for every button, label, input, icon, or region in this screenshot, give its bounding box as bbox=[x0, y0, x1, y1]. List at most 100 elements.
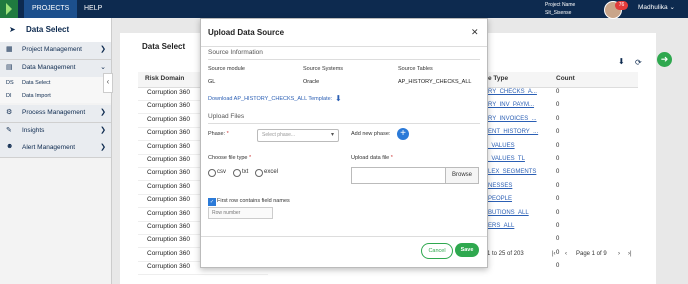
risk-domain-cell: Corruption 360 bbox=[147, 196, 190, 204]
count-cell: 0 bbox=[556, 89, 560, 95]
sidebar-collapse-toggle[interactable]: ‹ bbox=[103, 73, 113, 93]
sidebar-item-data-management[interactable]: ▤ Data Management ⌄ bbox=[0, 60, 111, 78]
next-page-icon[interactable]: › bbox=[618, 251, 620, 257]
phase-select-placeholder: Select phase... bbox=[262, 132, 296, 138]
first-row-checkbox[interactable]: ✓ bbox=[208, 198, 216, 206]
source-systems-label: Source Systems bbox=[303, 66, 344, 72]
pin-icon: ➤ bbox=[9, 25, 16, 34]
risk-domain-cell: Corruption 360 bbox=[147, 102, 190, 110]
risk-domain-cell: Corruption 360 bbox=[147, 89, 190, 96]
source-module-value: GL bbox=[208, 79, 216, 85]
divider bbox=[208, 59, 480, 60]
section-source-information: Source Information bbox=[208, 49, 263, 56]
database-icon: ▤ bbox=[6, 64, 13, 71]
nav-help[interactable]: HELP bbox=[76, 0, 110, 18]
cancel-button[interactable]: Cancel bbox=[421, 243, 453, 259]
nav-projects[interactable]: PROJECTS bbox=[24, 0, 78, 18]
type-cell-link[interactable]: LEX_SEGMENTS bbox=[488, 169, 536, 175]
column-header-count[interactable]: Count bbox=[556, 75, 575, 82]
risk-domain-cell: Corruption 360 bbox=[147, 223, 190, 230]
page-indicator: Page 1 of 9 bbox=[576, 251, 607, 257]
sidebar-subitem-data-import[interactable]: DI Data Import bbox=[0, 90, 111, 103]
gears-icon: ⚙ bbox=[6, 109, 13, 116]
sidebar-subitem-data-select[interactable]: DS Data Select bbox=[0, 77, 111, 90]
row-number-input[interactable]: Row number bbox=[208, 207, 273, 219]
app-logo[interactable] bbox=[0, 0, 18, 18]
add-phase-label: Add new phase: bbox=[351, 131, 391, 137]
risk-domain-cell: Corruption 360 bbox=[147, 209, 190, 217]
radio-csv[interactable] bbox=[208, 169, 216, 177]
save-button[interactable]: Save bbox=[455, 243, 479, 257]
type-cell-link[interactable]: BUTIONS_ALL bbox=[488, 210, 529, 216]
radio-txt[interactable] bbox=[233, 169, 241, 177]
subitem-label: Data Import bbox=[22, 93, 51, 99]
user-menu[interactable]: Madhulika ⌄ bbox=[638, 3, 675, 11]
sidebar: ➤ Data Select ▦ Project Management ❯ ▤ D… bbox=[0, 18, 112, 284]
download-template-link[interactable]: Download AP_HISTORY_CHECKS_ALL Template: bbox=[208, 96, 332, 102]
sidebar-item-alert-management[interactable]: ☻ Alert Management ❯ bbox=[0, 140, 111, 158]
phase-label: Phase: * bbox=[208, 131, 229, 137]
risk-domain-cell: Corruption 360 bbox=[147, 249, 190, 257]
download-icon[interactable]: ⬇ bbox=[618, 57, 625, 66]
type-cell-link[interactable]: _VALUES bbox=[488, 143, 515, 149]
count-cell: 0 bbox=[556, 196, 560, 203]
upload-data-source-modal: Upload Data Source ✕ Source Information … bbox=[200, 18, 488, 268]
chevron-right-icon: ❯ bbox=[100, 127, 106, 134]
sidebar-item-label: Insights bbox=[22, 127, 45, 134]
add-phase-button[interactable]: + bbox=[397, 128, 409, 140]
type-cell-link[interactable]: RY_INVOICES_... bbox=[488, 116, 537, 122]
type-cell-link[interactable]: _VALUES_TL bbox=[488, 156, 525, 162]
divider bbox=[208, 123, 480, 124]
divider bbox=[201, 236, 487, 237]
chevron-down-icon: ⌄ bbox=[100, 64, 106, 71]
count-cell: 0 bbox=[556, 129, 560, 136]
chevron-right-icon: ❯ bbox=[100, 109, 106, 116]
prev-page-icon[interactable]: ‹ bbox=[565, 251, 567, 257]
count-cell: 0 bbox=[556, 249, 560, 256]
sidebar-header: ➤ Data Select bbox=[0, 18, 111, 43]
type-cell-link[interactable]: NESSES bbox=[488, 183, 512, 189]
upload-file-label-text: Upload data file bbox=[351, 155, 390, 161]
subitem-code: DI bbox=[6, 93, 12, 99]
sidebar-title: Data Select bbox=[26, 25, 70, 34]
last-page-icon[interactable]: ›| bbox=[628, 251, 632, 257]
column-header-risk-domain[interactable]: Risk Domain bbox=[145, 75, 184, 82]
column-header-type[interactable]: e Type bbox=[488, 75, 508, 82]
file-type-label: Choose file type * bbox=[208, 155, 252, 161]
sidebar-item-process-management[interactable]: ⚙ Process Management ❯ bbox=[0, 105, 111, 123]
download-icon[interactable]: ⬇ bbox=[335, 94, 342, 103]
upload-file-input[interactable] bbox=[351, 167, 447, 184]
chevron-right-icon: ❯ bbox=[100, 46, 106, 53]
sidebar-item-project-management[interactable]: ▦ Project Management ❯ bbox=[0, 42, 111, 60]
risk-domain-cell: Corruption 360 bbox=[147, 182, 190, 190]
sidebar-item-insights[interactable]: ✎ Insights ❯ bbox=[0, 123, 111, 141]
count-cell: 0 bbox=[556, 115, 560, 122]
sidebar-item-label: Process Management bbox=[22, 109, 86, 116]
users-icon: ☻ bbox=[6, 143, 14, 150]
radio-csv-label: csv bbox=[217, 169, 226, 175]
notification-badge[interactable]: 76 bbox=[615, 1, 628, 10]
type-cell-link[interactable]: PEOPLE bbox=[488, 196, 512, 202]
refresh-icon[interactable]: ⟳ bbox=[635, 58, 642, 67]
count-cell: 0 bbox=[556, 263, 560, 270]
sidebar-item-label: Alert Management bbox=[22, 144, 76, 151]
count-cell: 0 bbox=[556, 236, 560, 243]
browse-button[interactable]: Browse bbox=[445, 167, 479, 184]
next-arrow-button[interactable]: ➜ bbox=[657, 52, 672, 67]
type-cell-link[interactable]: RY_INV_PAYM... bbox=[488, 102, 534, 108]
risk-domain-cell: Corruption 360 bbox=[147, 169, 190, 177]
row-number-placeholder: Row number bbox=[212, 210, 241, 216]
first-row-label: First row contains field names bbox=[217, 198, 290, 204]
type-cell-link[interactable]: RY_CHECKS_A... bbox=[488, 89, 537, 95]
radio-excel[interactable] bbox=[255, 169, 263, 177]
type-cell-link[interactable]: ERS_ALL bbox=[488, 223, 514, 229]
risk-domain-cell: Corruption 360 bbox=[147, 142, 190, 150]
sidebar-item-label: Data Management bbox=[22, 64, 76, 71]
source-module-label: Source module bbox=[208, 66, 245, 72]
pagination-range: 1 to 25 of 203 bbox=[487, 251, 524, 257]
risk-domain-cell: Corruption 360 bbox=[147, 236, 190, 244]
source-tables-label: Source Tables bbox=[398, 66, 433, 72]
type-cell-link[interactable]: ENT_HISTORY_... bbox=[488, 129, 538, 135]
close-icon[interactable]: ✕ bbox=[471, 27, 479, 38]
phase-select[interactable]: Select phase... ▾ bbox=[257, 129, 339, 142]
